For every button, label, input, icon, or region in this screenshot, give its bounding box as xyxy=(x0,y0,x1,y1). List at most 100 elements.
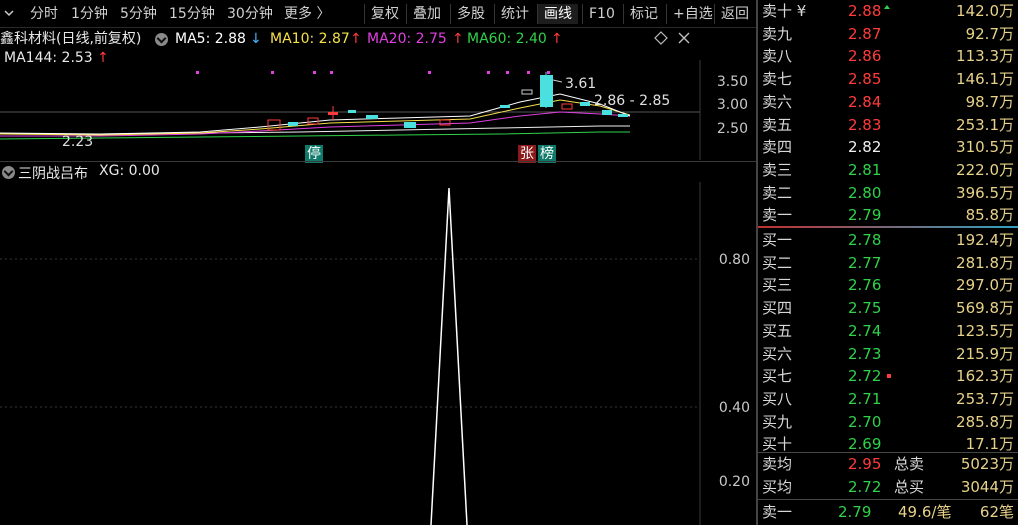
signal-dot xyxy=(506,71,509,74)
annotation-range: 2.86 - 2.85 xyxy=(594,93,670,109)
bid-label: 买六 xyxy=(762,344,793,363)
ma5-value: MA5: 2.88 xyxy=(175,31,246,47)
bid-row[interactable]: 买四 2.75 569.8万 xyxy=(758,297,1018,320)
ask-row[interactable]: 卖八 2.86 113.3万 xyxy=(758,45,1018,68)
indicator-settings-icon[interactable] xyxy=(2,166,15,179)
candle xyxy=(348,110,356,113)
ask-price: 2.80 xyxy=(848,183,882,202)
bid-price: 2.78 xyxy=(848,231,882,249)
last-trade-label: 卖一 xyxy=(762,503,793,521)
summary-total-label: 总买 xyxy=(894,478,925,496)
trade-separator xyxy=(758,499,1018,500)
multi-stock-button[interactable]: 多股 xyxy=(450,4,491,24)
ma20-arrow: ↑ xyxy=(452,31,464,47)
kline-chart[interactable]: 3.61 2.86 - 2.85 2.23 3.50 3.00 2.50 xyxy=(0,60,756,160)
settings-circle-icon[interactable] xyxy=(155,33,168,46)
ask-label: 卖八 xyxy=(762,47,793,66)
signal-dot xyxy=(527,71,530,74)
indicator-y-tick: 0.80 xyxy=(719,252,750,268)
ask-price: 2.82 xyxy=(848,138,882,157)
restore-rights-button[interactable]: 复权 xyxy=(364,4,405,24)
summary-total-value: 5023万 xyxy=(960,455,1014,473)
tab-30min[interactable]: 30分钟 xyxy=(227,4,273,24)
close-icon[interactable] xyxy=(677,31,691,45)
candle xyxy=(366,115,378,119)
ask-row[interactable]: 卖三 2.81 222.0万 xyxy=(758,159,1018,182)
ask-row[interactable]: 卖十 ¥ 2.88 142.0万 xyxy=(758,0,1018,23)
kline-y-tick: 2.50 xyxy=(717,121,748,137)
ask-label: 卖四 xyxy=(762,138,793,157)
bid-price: 2.74 xyxy=(848,321,882,340)
tab-1min[interactable]: 1分钟 xyxy=(71,4,108,24)
candle xyxy=(500,105,510,108)
ask-price: 2.85 xyxy=(848,70,882,89)
candle xyxy=(561,103,573,110)
overlay-button[interactable]: 叠加 xyxy=(406,4,447,24)
ask-volume: 222.0万 xyxy=(956,160,1014,179)
ask-label: 卖一 xyxy=(762,206,793,225)
bid-marker-icon xyxy=(887,374,891,378)
ask-price: 2.79 xyxy=(848,206,882,225)
ask-volume: 98.7万 xyxy=(965,92,1014,111)
f10-button[interactable]: F10 xyxy=(582,4,621,24)
bid-row[interactable]: 买五 2.74 123.5万 xyxy=(758,320,1018,343)
ask-row[interactable]: 卖五 2.83 253.1万 xyxy=(758,114,1018,137)
ask-row[interactable]: 卖二 2.80 396.5万 xyxy=(758,182,1018,205)
bid-price: 2.70 xyxy=(848,412,882,431)
back-button[interactable]: 返回 xyxy=(714,4,755,24)
tab-intraday[interactable]: 分时 xyxy=(30,4,58,24)
tab-15min[interactable]: 15分钟 xyxy=(169,4,215,24)
add-watchlist-button[interactable]: +自选 xyxy=(666,4,719,24)
tab-5min[interactable]: 5分钟 xyxy=(120,4,157,24)
ask-label: 卖六 xyxy=(762,92,793,111)
ask-price: 2.84 xyxy=(848,92,882,111)
bid-row[interactable]: 买一 2.78 192.4万 xyxy=(758,229,1018,252)
bid-price: 2.77 xyxy=(848,253,882,272)
ask-volume: 92.7万 xyxy=(965,24,1014,43)
bid-volume: 162.3万 xyxy=(956,367,1014,386)
summary-avg-value: 2.72 xyxy=(848,478,882,496)
diamond-icon[interactable] xyxy=(654,31,668,45)
period-toolbar: 分时 1分钟 5分钟 15分钟 30分钟 更多 〉 复权 叠加 多股 统计 画线… xyxy=(0,0,756,28)
ma5-arrow: ↓ xyxy=(250,31,262,47)
summary-row: 卖均 2.95 总卖 5023万 xyxy=(758,453,1018,476)
ask-row[interactable]: 卖七 2.85 146.1万 xyxy=(758,68,1018,91)
candle xyxy=(288,122,298,126)
bid-row[interactable]: 买三 2.76 297.0万 xyxy=(758,274,1018,297)
candle xyxy=(521,89,533,95)
summary-avg-value: 2.95 xyxy=(848,455,882,473)
last-trade-amount: 49.6/笔 xyxy=(898,503,952,521)
ma60-value: MA60: 2.40 xyxy=(467,31,547,47)
ask-label: 卖五 xyxy=(762,115,793,134)
bid-volume: 123.5万 xyxy=(956,321,1014,340)
tab-more[interactable]: 更多 〉 xyxy=(284,4,330,24)
mark-button[interactable]: 标记 xyxy=(623,4,664,24)
indicator-y-tick: 0.20 xyxy=(719,474,750,490)
ask-label: 卖二 xyxy=(762,183,793,202)
last-trade-row[interactable]: 卖一 2.79 49.6/笔 62笔 xyxy=(758,501,1018,524)
draw-line-button[interactable]: 画线 xyxy=(537,4,578,24)
annotation-high: 3.61 xyxy=(565,76,596,92)
last-trade-price: 2.79 xyxy=(838,503,872,521)
candle xyxy=(580,102,590,106)
bid-row[interactable]: 买九 2.70 285.8万 xyxy=(758,411,1018,434)
ask-price: 2.81 xyxy=(848,160,882,179)
bid-row[interactable]: 买六 2.73 215.9万 xyxy=(758,343,1018,366)
ask-row[interactable]: 卖四 2.82 310.5万 xyxy=(758,136,1018,159)
ma10-value: MA10: 2.87 xyxy=(270,31,350,47)
candle xyxy=(602,110,612,115)
ask-volume: 142.0万 xyxy=(956,2,1014,20)
chevron-down-icon[interactable] xyxy=(4,8,14,18)
ask-label: 卖七 xyxy=(762,70,793,89)
ask-row[interactable]: 卖一 2.79 85.8万 xyxy=(758,204,1018,227)
ask-row[interactable]: 卖六 2.84 98.7万 xyxy=(758,91,1018,114)
candle xyxy=(328,112,338,115)
ask-row[interactable]: 卖九 2.87 92.7万 xyxy=(758,23,1018,46)
bid-row[interactable]: 买二 2.77 281.8万 xyxy=(758,252,1018,275)
ask-price: 2.88 xyxy=(848,2,882,20)
ma10-arrow: ↑ xyxy=(350,31,362,47)
statistics-button[interactable]: 统计 xyxy=(494,4,535,24)
bid-volume: 297.0万 xyxy=(956,276,1014,295)
bid-row[interactable]: 买八 2.71 253.7万 xyxy=(758,388,1018,411)
indicator-chart[interactable]: 0.80 0.40 0.20 xyxy=(0,182,756,525)
